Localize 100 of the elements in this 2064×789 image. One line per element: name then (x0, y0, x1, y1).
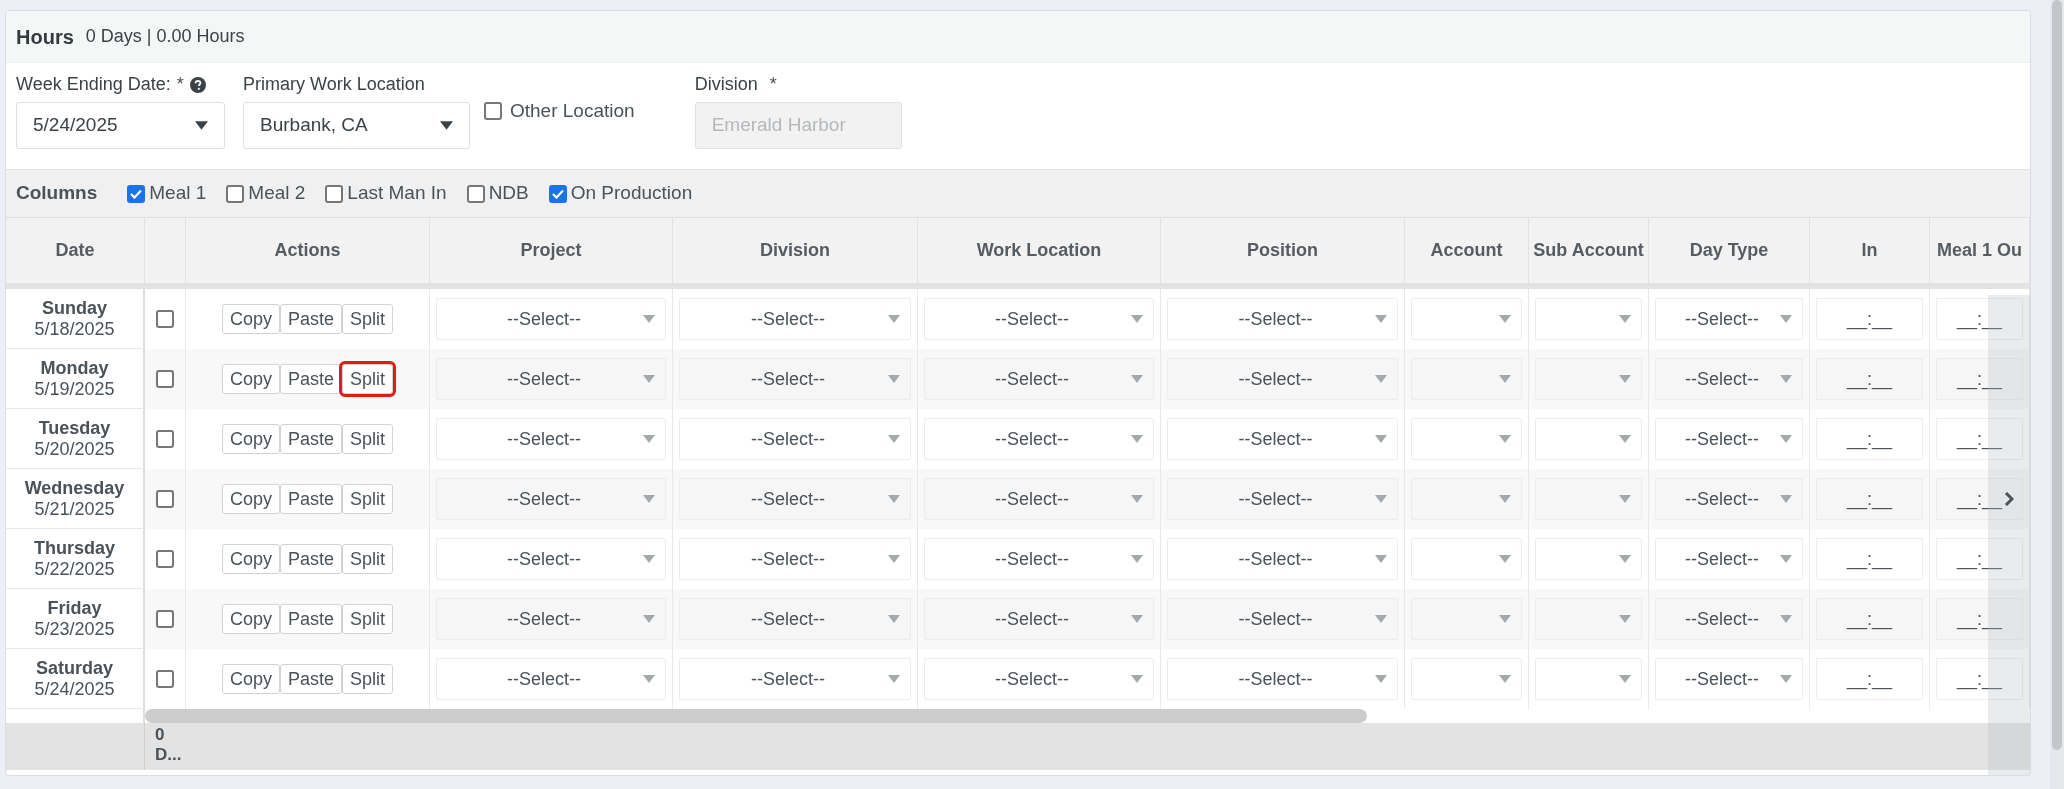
dropdown[interactable]: --Select-- (924, 598, 1154, 640)
action-button[interactable]: Copy (221, 544, 280, 574)
dropdown[interactable]: --Select-- (436, 418, 666, 460)
checkbox[interactable] (156, 610, 174, 628)
dropdown[interactable] (1411, 598, 1522, 640)
action-button[interactable]: Copy (221, 664, 280, 694)
dropdown[interactable]: --Select-- (1167, 418, 1398, 460)
time-field[interactable]: __:__ (1936, 358, 2023, 400)
dropdown[interactable] (1535, 298, 1642, 340)
horizontal-scrollbar[interactable] (145, 709, 1367, 723)
dropdown[interactable]: --Select-- (1167, 658, 1398, 700)
action-button[interactable]: Copy (221, 424, 280, 454)
dropdown[interactable]: --Select-- (436, 298, 666, 340)
dropdown[interactable]: --Select-- (924, 538, 1154, 580)
action-button[interactable]: Paste (280, 664, 342, 694)
action-button[interactable]: Copy (221, 304, 280, 334)
checkbox[interactable] (484, 102, 502, 121)
dropdown[interactable]: --Select-- (924, 478, 1154, 520)
action-button[interactable]: Paste (280, 484, 342, 514)
action-button[interactable]: Split (342, 364, 394, 394)
action-button[interactable]: Paste (280, 604, 342, 634)
dropdown[interactable]: --Select-- (436, 358, 666, 400)
dropdown[interactable]: --Select-- (1655, 478, 1803, 520)
checkbox[interactable] (466, 184, 485, 203)
dropdown[interactable] (1411, 358, 1522, 400)
time-field[interactable]: __:__ (1816, 478, 1923, 520)
dropdown[interactable]: --Select-- (679, 478, 911, 520)
checkbox[interactable] (156, 670, 174, 688)
checkbox[interactable] (156, 310, 174, 328)
dropdown[interactable] (1535, 478, 1642, 520)
checkbox[interactable] (226, 184, 245, 203)
action-button[interactable]: Copy (221, 364, 280, 394)
dropdown[interactable]: --Select-- (679, 598, 911, 640)
dropdown[interactable]: --Select-- (436, 538, 666, 580)
time-field[interactable]: __:__ (1816, 418, 1923, 460)
action-button[interactable]: Split (342, 664, 394, 694)
time-field[interactable]: __:__ (1936, 478, 2023, 520)
action-button[interactable]: Split (342, 304, 394, 334)
dropdown[interactable]: --Select-- (436, 478, 666, 520)
dropdown[interactable] (1411, 298, 1522, 340)
dropdown[interactable] (1535, 658, 1642, 700)
dropdown[interactable]: 5/24/2025 (16, 102, 225, 149)
dropdown[interactable] (1411, 538, 1522, 580)
time-field[interactable]: __:__ (1936, 418, 2023, 460)
action-button[interactable]: Paste (280, 424, 342, 454)
action-button[interactable]: Copy (221, 484, 280, 514)
checkbox[interactable] (127, 184, 146, 203)
checkbox[interactable] (548, 184, 567, 203)
time-field[interactable]: __:__ (1816, 598, 1923, 640)
dropdown[interactable]: --Select-- (1655, 598, 1803, 640)
action-button[interactable]: Split (342, 424, 394, 454)
dropdown[interactable]: --Select-- (679, 538, 911, 580)
dropdown[interactable]: --Select-- (1167, 478, 1398, 520)
time-field[interactable]: __:__ (1936, 658, 2023, 700)
action-button[interactable]: Split (342, 604, 394, 634)
time-field[interactable]: __:__ (1816, 358, 1923, 400)
dropdown[interactable]: --Select-- (1655, 538, 1803, 580)
dropdown[interactable]: --Select-- (924, 358, 1154, 400)
chevron-right-icon[interactable] (2004, 492, 2014, 506)
dropdown[interactable]: --Select-- (924, 418, 1154, 460)
dropdown[interactable] (1411, 418, 1522, 460)
dropdown[interactable]: --Select-- (679, 358, 911, 400)
dropdown[interactable]: --Select-- (1655, 658, 1803, 700)
dropdown[interactable]: --Select-- (436, 598, 666, 640)
dropdown[interactable]: Burbank, CA (243, 102, 470, 149)
dropdown[interactable] (1411, 658, 1522, 700)
dropdown[interactable]: --Select-- (1167, 358, 1398, 400)
page-scrollbar[interactable] (2050, 0, 2064, 789)
dropdown[interactable]: --Select-- (436, 658, 666, 700)
help-icon[interactable] (189, 76, 206, 93)
dropdown[interactable]: --Select-- (1655, 418, 1803, 460)
time-field[interactable]: __:__ (1816, 298, 1923, 340)
action-button[interactable]: Paste (280, 544, 342, 574)
dropdown[interactable]: --Select-- (679, 418, 911, 460)
dropdown[interactable]: --Select-- (679, 658, 911, 700)
checkbox[interactable] (325, 184, 344, 203)
dropdown[interactable]: --Select-- (1655, 298, 1803, 340)
checkbox[interactable] (156, 370, 174, 388)
dropdown[interactable] (1411, 478, 1522, 520)
dropdown[interactable] (1535, 598, 1642, 640)
time-field[interactable]: __:__ (1936, 538, 2023, 580)
dropdown[interactable]: --Select-- (1167, 538, 1398, 580)
action-button[interactable]: Split (342, 544, 394, 574)
action-button[interactable]: Paste (280, 364, 342, 394)
dropdown[interactable] (1535, 538, 1642, 580)
time-field[interactable]: __:__ (1816, 658, 1923, 700)
dropdown[interactable]: --Select-- (1167, 598, 1398, 640)
action-button[interactable]: Split (342, 484, 394, 514)
dropdown[interactable]: --Select-- (679, 298, 911, 340)
dropdown[interactable]: --Select-- (924, 298, 1154, 340)
checkbox[interactable] (156, 430, 174, 448)
time-field[interactable]: __:__ (1816, 538, 1923, 580)
checkbox[interactable] (156, 550, 174, 568)
dropdown[interactable]: --Select-- (1655, 358, 1803, 400)
dropdown[interactable]: --Select-- (1167, 298, 1398, 340)
checkbox[interactable] (156, 490, 174, 508)
action-button[interactable]: Copy (221, 604, 280, 634)
time-field[interactable]: __:__ (1936, 598, 2023, 640)
dropdown[interactable] (1535, 418, 1642, 460)
dropdown[interactable]: --Select-- (924, 658, 1154, 700)
